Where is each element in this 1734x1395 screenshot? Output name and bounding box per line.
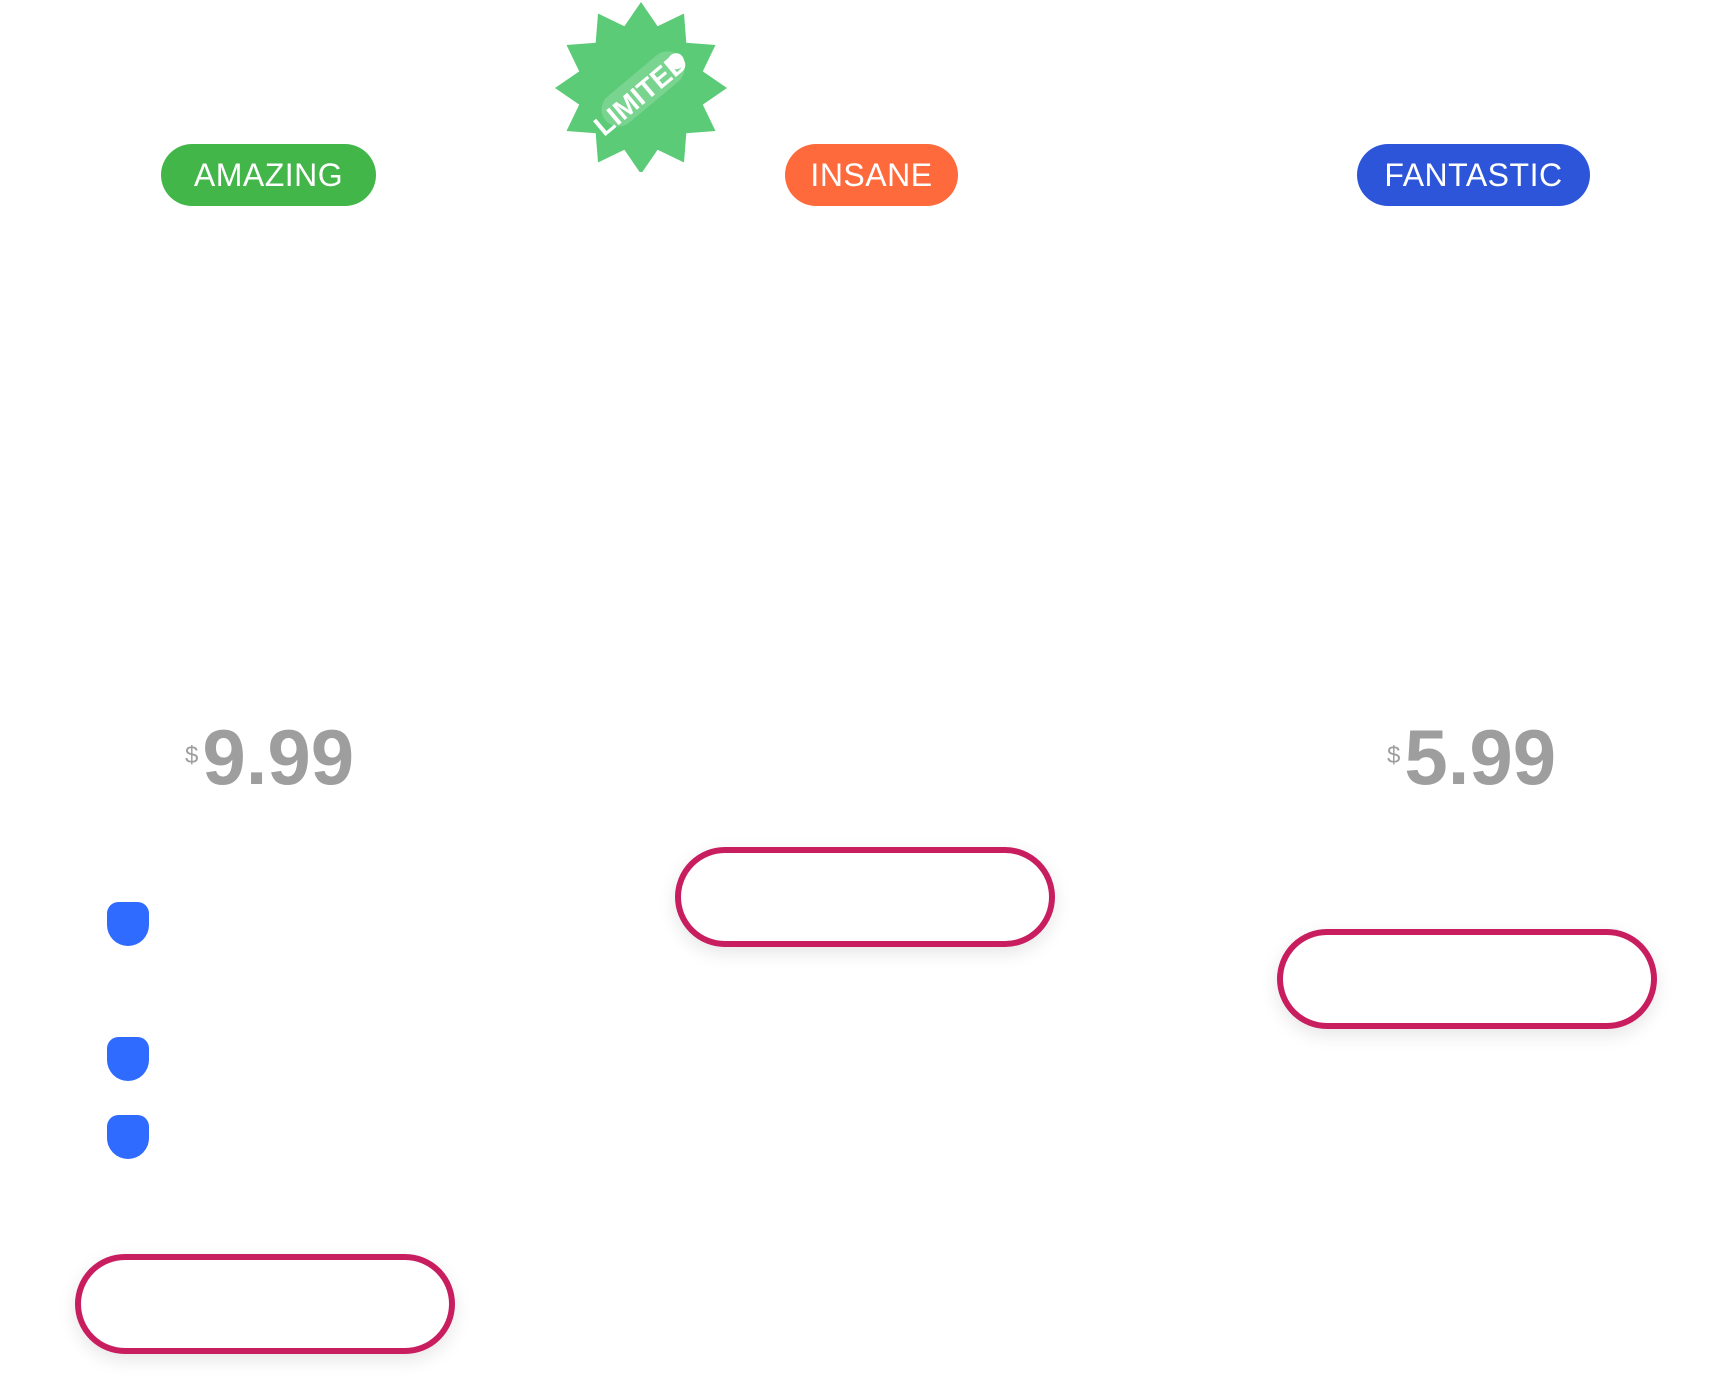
price-amount: 5.99 — [1404, 713, 1557, 801]
pricing-plan-insane: INSANE — [600, 0, 1140, 1395]
pricing-plan-fantastic: FANTASTIC $5.99 — [1200, 0, 1734, 1395]
plan-select-button[interactable] — [675, 847, 1055, 947]
price-currency: $ — [185, 742, 199, 769]
plan-badge: INSANE — [785, 144, 958, 206]
feature-bullet-icon — [107, 1115, 149, 1159]
pricing-table: AMAZING $9.99 INSANE FANTASTIC $5.99 LIM… — [0, 0, 1734, 1395]
plan-select-button[interactable] — [75, 1254, 455, 1354]
plan-select-button[interactable] — [1277, 929, 1657, 1029]
plan-price: $9.99 — [185, 712, 354, 802]
feature-bullet-icon — [107, 1037, 149, 1081]
feature-bullet-icon — [107, 902, 149, 946]
price-currency: $ — [1387, 742, 1401, 769]
limited-starburst-icon: LIMITED — [555, 2, 727, 172]
pricing-plan-amazing: AMAZING $9.99 — [0, 0, 540, 1395]
plan-badge: FANTASTIC — [1357, 144, 1590, 206]
plan-price: $5.99 — [1387, 712, 1556, 802]
plan-badge: AMAZING — [161, 144, 376, 206]
price-amount: 9.99 — [202, 713, 355, 801]
